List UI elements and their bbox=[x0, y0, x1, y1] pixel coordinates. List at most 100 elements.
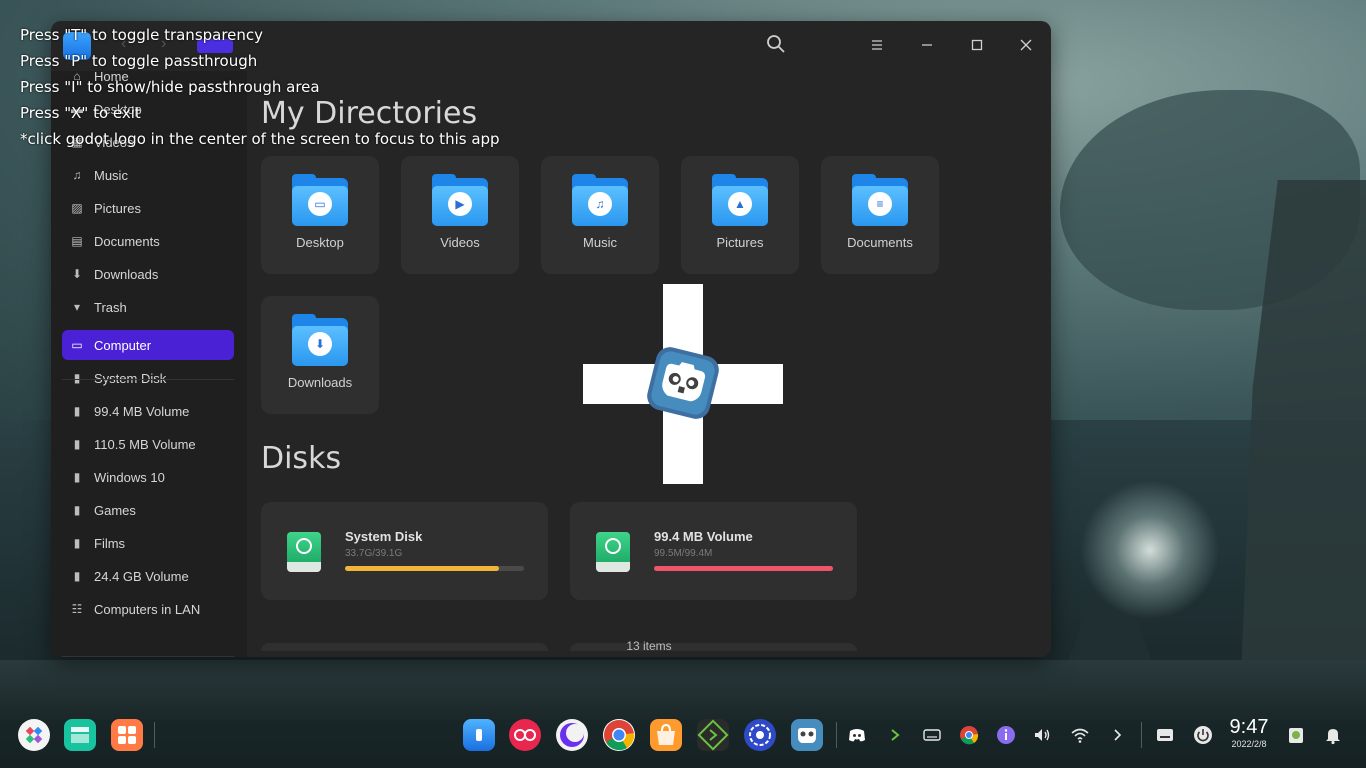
multitasking-view-icon[interactable] bbox=[64, 719, 96, 751]
sidebar-item-label: Films bbox=[94, 536, 126, 551]
discord-icon[interactable] bbox=[847, 725, 867, 745]
sidebar-item-label: 24.4 GB Volume bbox=[94, 569, 189, 584]
chrome-tray-icon[interactable] bbox=[959, 725, 979, 745]
sidebar-item-label: 99.4 MB Volume bbox=[94, 404, 190, 419]
disk-icon: ▮ bbox=[73, 503, 81, 517]
main-content: My Directories ▭ Desktop ▶ Videos ♫ Music ▲ Pic… bbox=[247, 71, 1051, 651]
directory-label: Downloads bbox=[287, 375, 353, 390]
terminal-tray-icon[interactable] bbox=[885, 725, 905, 745]
disk-card-system-disk[interactable]: System Disk 33.7G/39.1G bbox=[261, 502, 548, 600]
sidebar-item-windows-10[interactable]: ▮ Windows 10 bbox=[62, 462, 234, 492]
notification-bell-icon[interactable] bbox=[1323, 725, 1343, 745]
disk-usage-bar bbox=[654, 566, 833, 571]
app-store-grid-icon[interactable] bbox=[111, 719, 143, 751]
chrome-icon[interactable] bbox=[603, 719, 635, 751]
directory-tile-pictures[interactable]: ▲ Pictures bbox=[681, 156, 799, 274]
directory-label: Documents bbox=[847, 235, 913, 250]
maximize-button[interactable] bbox=[965, 34, 989, 58]
disks-heading: Disks bbox=[261, 441, 342, 476]
sidebar-item-computer[interactable]: ▭ Computer bbox=[62, 330, 234, 360]
directory-tile-music[interactable]: ♫ Music bbox=[541, 156, 659, 274]
sidebar-item-label: 110.5 MB Volume bbox=[94, 437, 196, 452]
sidebar-item-games[interactable]: ▮ Games bbox=[62, 495, 234, 525]
keyboard-icon[interactable] bbox=[922, 725, 942, 745]
sidebar-item-documents[interactable]: ▤ Documents bbox=[62, 226, 234, 256]
instruction-line: Press "I" to show/hide passthrough area bbox=[20, 78, 320, 96]
folder-badge-icon: ▭ bbox=[308, 192, 332, 216]
wifi-icon[interactable] bbox=[1070, 725, 1090, 745]
folder-icon: ♫ bbox=[572, 174, 628, 226]
folder-badge-icon: ▲ bbox=[728, 192, 752, 216]
chevron-right-icon[interactable] bbox=[1107, 725, 1127, 745]
folder-badge-icon: ≡ bbox=[868, 192, 892, 216]
disk-icon: ▮ bbox=[73, 470, 81, 484]
instruction-line: Press "T" to toggle transparency bbox=[20, 26, 264, 44]
sidebar-item-films[interactable]: ▮ Films bbox=[62, 528, 234, 558]
app-store-icon[interactable] bbox=[650, 719, 682, 751]
trash-bin-icon[interactable] bbox=[1285, 723, 1307, 745]
instruction-line: Press "P" to toggle passthrough bbox=[20, 52, 258, 70]
minimize-button[interactable] bbox=[915, 34, 939, 58]
power-icon[interactable] bbox=[1193, 725, 1213, 745]
folder-icon: ▶ bbox=[432, 174, 488, 226]
clock-date: 2022/2/8 bbox=[1231, 739, 1267, 749]
sidebar-item-label: Trash bbox=[94, 300, 127, 315]
instructions-overlay: Press "T" to toggle transparency Press "… bbox=[20, 22, 500, 152]
music-player-icon[interactable] bbox=[509, 719, 541, 751]
clock-time: 9:47 bbox=[1229, 716, 1269, 738]
directory-label: Videos bbox=[440, 235, 480, 250]
pictures-icon: ▨ bbox=[71, 201, 83, 215]
disk-icon: ▮ bbox=[73, 437, 81, 451]
sidebar-item-trash[interactable]: ▾ Trash bbox=[62, 292, 234, 322]
sidebar-item-24-4-gb-volume[interactable]: ▮ 24.4 GB Volume bbox=[62, 561, 234, 591]
control-center-icon[interactable] bbox=[744, 719, 776, 751]
wallpaper-lantern-glow bbox=[1080, 480, 1220, 620]
trash-icon: ▾ bbox=[73, 300, 81, 314]
disk-drive-icon bbox=[596, 532, 630, 572]
sidebar-item-system-disk[interactable]: ▮ System Disk bbox=[62, 363, 234, 393]
directory-tile-documents[interactable]: ≡ Documents bbox=[821, 156, 939, 274]
disk-card-99-4-mb-volume[interactable]: 99.4 MB Volume 99.5M/99.4M bbox=[570, 502, 857, 600]
disk-usage-fill bbox=[345, 566, 500, 571]
disk-name: System Disk bbox=[345, 529, 423, 544]
disk-usage-fill bbox=[654, 566, 833, 571]
computer-icon: ▭ bbox=[71, 338, 83, 352]
menu-icon[interactable] bbox=[865, 34, 889, 58]
clock[interactable]: 9:47 2022/2/8 bbox=[1226, 716, 1272, 750]
info-icon[interactable] bbox=[996, 725, 1016, 745]
disk-icon: ▮ bbox=[73, 404, 81, 418]
sidebar-item-label: Windows 10 bbox=[94, 470, 165, 485]
directory-tile-desktop[interactable]: ▭ Desktop bbox=[261, 156, 379, 274]
file-manager-icon[interactable] bbox=[463, 719, 495, 751]
folder-icon: ≡ bbox=[852, 174, 908, 226]
directory-tile-videos[interactable]: ▶ Videos bbox=[401, 156, 519, 274]
folder-badge-icon: ♫ bbox=[588, 192, 612, 216]
status-bar-item-count: 13 items bbox=[626, 639, 672, 653]
sidebar-separator bbox=[62, 656, 234, 657]
onscreen-keyboard-icon[interactable] bbox=[1155, 725, 1175, 745]
sidebar-item-pictures[interactable]: ▨ Pictures bbox=[62, 193, 234, 223]
folder-badge-icon: ⬇ bbox=[308, 332, 332, 356]
terminal-app-icon[interactable] bbox=[697, 719, 729, 751]
music-icon: ♫ bbox=[72, 168, 82, 182]
disk-usage-text: 33.7G/39.1G bbox=[345, 548, 403, 559]
sidebar-item-110-5-mb-volume[interactable]: ▮ 110.5 MB Volume bbox=[62, 429, 234, 459]
launcher-icon[interactable] bbox=[18, 719, 50, 751]
sidebar-item-label: Music bbox=[94, 168, 128, 183]
sidebar-item-99-4-mb-volume[interactable]: ▮ 99.4 MB Volume bbox=[62, 396, 234, 426]
disk-icon: ▮ bbox=[73, 536, 81, 550]
volume-icon[interactable] bbox=[1032, 725, 1052, 745]
godot-app-icon[interactable] bbox=[791, 719, 823, 751]
downloads-icon: ⬇ bbox=[71, 267, 83, 281]
close-button[interactable] bbox=[1014, 34, 1038, 58]
sidebar-item-label: Computers in LAN bbox=[94, 602, 201, 617]
sidebar-item-music[interactable]: ♫ Music bbox=[62, 160, 234, 190]
disk-usage-text: 99.5M/99.4M bbox=[654, 548, 713, 559]
browser-icon[interactable] bbox=[556, 719, 588, 751]
sidebar-item-computers-in-lan[interactable]: ☷ Computers in LAN bbox=[62, 594, 234, 624]
network-icon: ☷ bbox=[71, 602, 83, 616]
disk-name: 99.4 MB Volume bbox=[654, 529, 753, 544]
search-icon[interactable] bbox=[764, 34, 788, 58]
sidebar-item-downloads[interactable]: ⬇ Downloads bbox=[62, 259, 234, 289]
directory-tile-downloads[interactable]: ⬇ Downloads bbox=[261, 296, 379, 414]
